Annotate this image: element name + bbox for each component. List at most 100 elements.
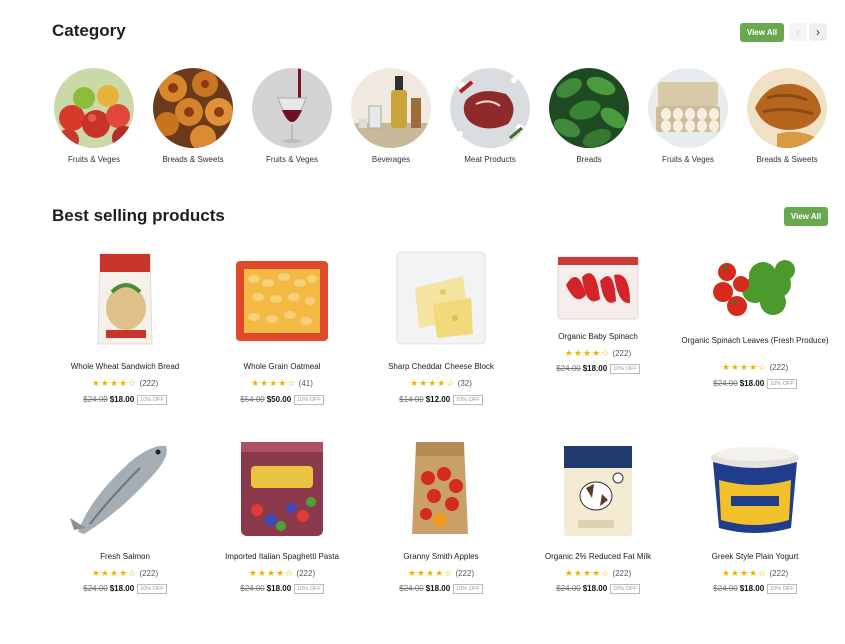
product-price: $24.00 $18.00 10% OFF (680, 584, 830, 594)
product-card[interactable]: Organic Spinach Leaves (Fresh Produce) ★… (680, 248, 830, 398)
eggs-image (648, 68, 728, 148)
category-item[interactable]: Fruits & Veges (54, 68, 134, 164)
product-name: Imported Italian Spaghetti Pasta (225, 552, 339, 561)
mint-leaves-image (549, 68, 629, 148)
product-name: Organic 2% Reduced Fat Milk (544, 552, 652, 561)
product-name: Granny Smith Apples (403, 552, 479, 561)
pasta-tray-image (207, 248, 357, 348)
fish-image (50, 438, 200, 538)
product-price: $24.00 $18.00 10% OFF (523, 584, 673, 594)
discount-badge: 10% OFF (610, 364, 640, 374)
category-label: Breads (576, 155, 602, 164)
product-card[interactable]: Granny Smith Apples ★★★★☆ (222) $24.00 $1… (366, 438, 516, 598)
category-label: Fruits & Veges (265, 155, 319, 164)
peppers-bag-image (523, 248, 673, 328)
star-rating-icon: ★★★★☆ (91, 568, 138, 578)
product-rating: ★★★★☆ (222) (564, 348, 632, 358)
product-rating: ★★★★☆ (222) (91, 568, 159, 578)
product-price: $54.00 $50.00 10% OFF (207, 395, 357, 405)
star-rating-icon: ★★★★☆ (251, 378, 297, 388)
category-item[interactable]: Breads (549, 68, 629, 164)
product-card[interactable]: Fresh Salmon ★★★★☆ (222) $24.00 $18.00 10%… (50, 438, 200, 598)
category-item[interactable]: Beverages (351, 68, 431, 164)
category-view-all-button[interactable]: View All (740, 23, 784, 42)
star-rating-icon: ★★★★☆ (721, 362, 768, 372)
product-card[interactable]: Imported Italian Spaghetti Pasta ★★★★☆ (… (207, 438, 357, 598)
product-rating: ★★★★☆ (222) (248, 568, 316, 578)
discount-badge: 10% OFF (610, 584, 640, 594)
category-label: Fruits & Veges (661, 155, 715, 164)
product-price: $24.00 $18.00 10% OFF (207, 584, 357, 594)
star-rating-icon: ★★★★☆ (564, 568, 611, 578)
product-rating: ★★★★☆ (222) (564, 568, 632, 578)
category-label: Meat Products (464, 155, 516, 164)
pastries-image (153, 68, 233, 148)
product-card[interactable]: Sharp Cheddar Cheese Block ★★★★☆ (32) $1… (366, 248, 516, 408)
bread-bag-image (50, 248, 200, 348)
star-rating-icon: ★★★★☆ (248, 568, 295, 578)
star-rating-icon: ★★★★☆ (407, 568, 454, 578)
category-item[interactable]: Fruits & Veges (648, 68, 728, 164)
product-price: $24.00 $18.00 10% OFF (680, 379, 830, 389)
product-card[interactable]: Organic Baby Spinach ★★★★☆ (222) $24.00 $… (523, 248, 673, 388)
category-item[interactable]: Meat Products (450, 68, 530, 164)
steak-image (450, 68, 530, 148)
discount-badge: 10% OFF (294, 395, 324, 405)
star-rating-icon: ★★★★☆ (564, 348, 611, 358)
chevron-right-icon: › (816, 25, 820, 39)
broccoli-tomato-image (680, 248, 830, 328)
discount-badge: 10% OFF (294, 584, 324, 594)
discount-badge: 10% OFF (137, 395, 167, 405)
chevron-left-icon: ‹ (796, 25, 800, 39)
product-card[interactable]: Organic 2% Reduced Fat Milk ★★★★☆ (222) … (523, 438, 673, 598)
product-rating: ★★★★☆ (41) (251, 378, 313, 388)
product-name: Whole Grain Oatmeal (243, 362, 321, 371)
category-next-button[interactable]: › (809, 23, 827, 41)
bottles-image (351, 68, 431, 148)
product-name: Whole Wheat Sandwich Bread (70, 362, 180, 371)
apple-bag-image (366, 438, 516, 538)
product-rating: ★★★★☆ (32) (410, 378, 472, 388)
product-card[interactable]: Whole Wheat Sandwich Bread ★★★★☆ (222) $… (50, 248, 200, 408)
category-label: Breads & Sweets (162, 155, 224, 164)
product-name: Sharp Cheddar Cheese Block (388, 362, 494, 371)
product-name: Greek Style Plain Yogurt (711, 552, 799, 561)
product-price: $24.00 $18.00 10% OFF (523, 364, 673, 374)
category-label: Beverages (371, 155, 411, 164)
product-name: Organic Spinach Leaves (Fresh Produce) (681, 336, 829, 345)
product-card[interactable]: Whole Grain Oatmeal ★★★★☆ (41) $54.00 $50… (207, 248, 357, 408)
category-prev-button[interactable]: ‹ (789, 23, 807, 41)
snack-bag-image (207, 438, 357, 538)
discount-badge: 10% OFF (767, 584, 797, 594)
category-title: Category (52, 21, 126, 40)
croissant-image (747, 68, 827, 148)
product-price: $24.00 $18.00 10% OFF (50, 395, 200, 405)
apples-image (54, 68, 134, 148)
wine-glass-image (252, 68, 332, 148)
star-rating-icon: ★★★★☆ (410, 378, 456, 388)
category-label: Fruits & Veges (67, 155, 121, 164)
product-rating: ★★★★☆ (222) (407, 568, 475, 578)
discount-badge: 10% OFF (137, 584, 167, 594)
category-item[interactable]: Breads & Sweets (153, 68, 233, 164)
category-item[interactable]: Breads & Sweets (747, 68, 827, 164)
product-name: Organic Baby Spinach (558, 332, 638, 341)
yogurt-tub-image (680, 438, 830, 538)
best-selling-title: Best selling products (52, 206, 225, 225)
product-card[interactable]: Greek Style Plain Yogurt ★★★★☆ (222) $24… (680, 438, 830, 598)
product-rating: ★★★★☆ (222) (721, 362, 789, 372)
star-rating-icon: ★★★★☆ (721, 568, 768, 578)
milk-carton-image (523, 438, 673, 538)
discount-badge: 10% OFF (453, 584, 483, 594)
star-rating-icon: ★★★★☆ (91, 378, 138, 388)
product-price: $14.00 $12.00 10% OFF (366, 395, 516, 405)
product-name: Fresh Salmon (100, 552, 150, 561)
category-carousel: Fruits & Veges Breads & Sweets Fruits & … (52, 68, 832, 168)
product-price: $24.00 $18.00 10% OFF (50, 584, 200, 594)
best-selling-view-all-button[interactable]: View All (784, 207, 828, 226)
category-label: Breads & Sweets (756, 155, 818, 164)
discount-badge: 10% OFF (453, 395, 483, 405)
discount-badge: 10% OFF (767, 379, 797, 389)
product-rating: ★★★★☆ (222) (721, 568, 789, 578)
category-item[interactable]: Fruits & Veges (252, 68, 332, 164)
